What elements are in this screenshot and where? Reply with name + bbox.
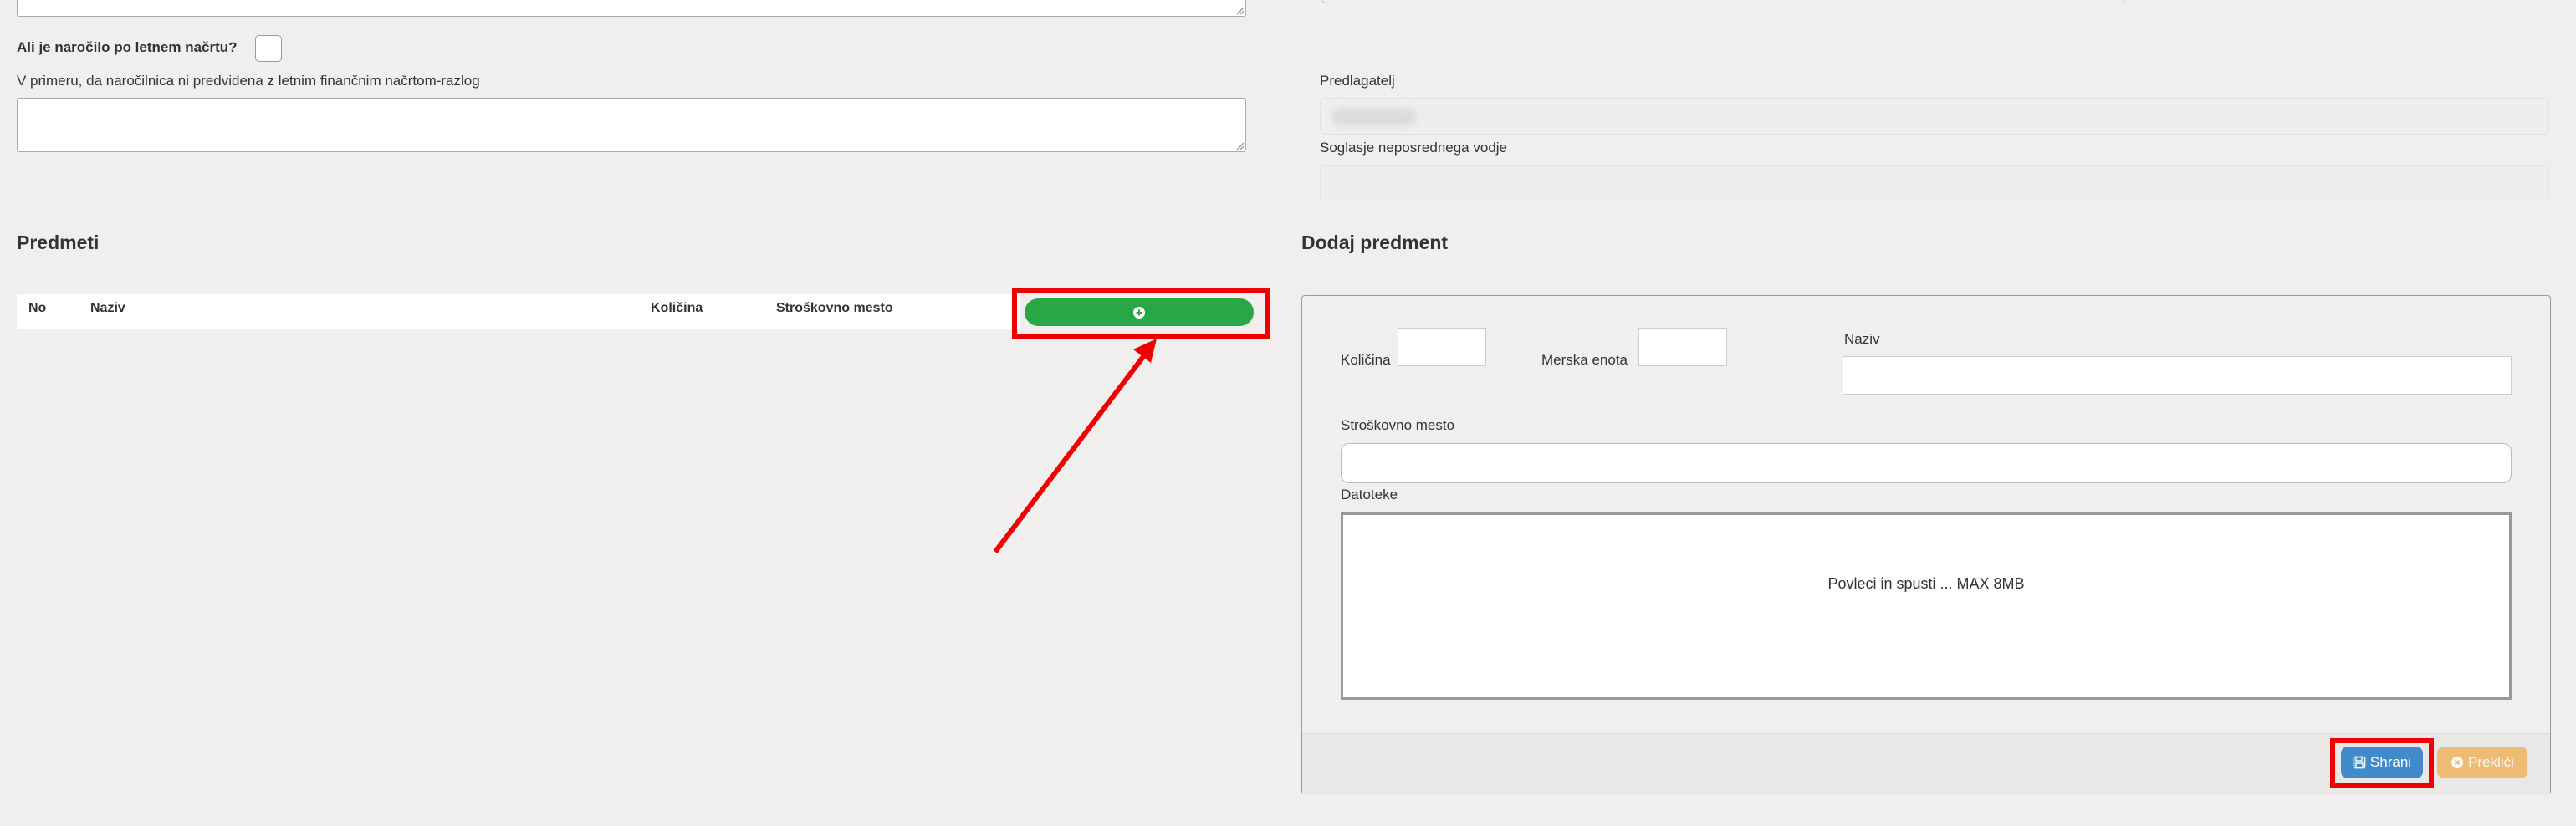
cost-center-input[interactable] <box>1341 443 2512 483</box>
cost-center-label: Stroškovno mesto <box>1341 417 1455 433</box>
unit-input[interactable] <box>1638 328 1727 366</box>
files-label: Datoteke <box>1341 487 1398 502</box>
save-button-label: Shrani <box>2369 754 2412 770</box>
cancel-button-label: Prekliči <box>2468 754 2514 770</box>
floppy-disk-icon <box>2353 756 2366 769</box>
save-button[interactable]: Shrani <box>2341 747 2423 778</box>
unit-label: Merska enota <box>1541 352 1628 368</box>
name-input[interactable] <box>1843 356 2512 395</box>
name-label: Naziv <box>1844 331 1880 347</box>
cancel-button[interactable]: Prekliči <box>2437 747 2527 778</box>
add-item-section-title: Dodaj predment <box>1301 232 1449 253</box>
dropzone-text: Povleci in spusti ... MAX 8MB <box>1827 574 2025 592</box>
times-circle-icon <box>2451 757 2464 768</box>
quantity-label: Količina <box>1341 352 1391 368</box>
quantity-input[interactable] <box>1398 328 1486 366</box>
add-item-panel: Količina Merska enota Naziv Stroškovno m… <box>1301 295 2551 795</box>
file-dropzone[interactable]: Povleci in spusti ... MAX 8MB <box>1341 512 2512 700</box>
